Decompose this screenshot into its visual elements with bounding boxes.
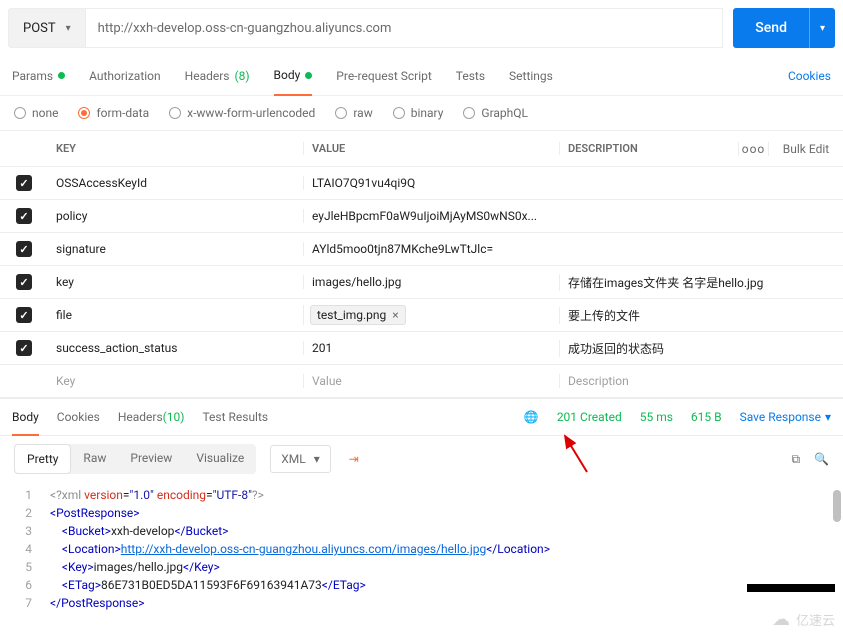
method-select[interactable]: POST ▾ [8, 8, 86, 48]
status-badge: 201 Created [557, 410, 622, 424]
bulk-edit[interactable]: Bulk Edit [768, 142, 843, 156]
chevron-down-icon: ▾ [314, 452, 320, 466]
checkbox[interactable] [16, 307, 32, 323]
response-view-bar: Pretty Raw Preview Visualize XML▾ ⇥ ⧉ 🔍 [0, 436, 843, 482]
search-icon[interactable]: 🔍 [814, 452, 829, 467]
col-value: VALUE [303, 142, 559, 155]
table-row[interactable]: signatureAYld5moo0tjn87MKche9LwTtJlc= [0, 233, 843, 266]
tab-tests[interactable]: Tests [456, 56, 485, 95]
table-row[interactable]: policyeyJleHBpcmF0aW9uIjoiMjAyMS0wNS0x..… [0, 200, 843, 233]
body-type-radios: none form-data x-www-form-urlencoded raw… [0, 96, 843, 130]
scrollbar[interactable] [833, 490, 841, 522]
table-row[interactable]: success_action_status201成功返回的状态码 [0, 332, 843, 365]
tab-authorization[interactable]: Authorization [89, 56, 161, 95]
cookies-link[interactable]: Cookies [788, 69, 831, 83]
view-pretty[interactable]: Pretty [14, 444, 71, 474]
radio-raw[interactable]: raw [335, 106, 372, 120]
tab-resp-body[interactable]: Body [12, 400, 39, 436]
radio-none[interactable]: none [14, 106, 58, 120]
request-tabs: Params Authorization Headers (8) Body Pr… [0, 56, 843, 96]
radio-xform[interactable]: x-www-form-urlencoded [169, 106, 315, 120]
url-bar: POST ▾ Send ▾ [0, 0, 843, 56]
cloud-icon: ☁ [772, 609, 790, 630]
radio-graphql[interactable]: GraphQL [463, 106, 528, 120]
tab-params[interactable]: Params [12, 56, 65, 95]
tab-resp-tests[interactable]: Test Results [202, 399, 268, 435]
tab-settings[interactable]: Settings [509, 56, 553, 95]
view-visualize[interactable]: Visualize [184, 444, 256, 474]
redaction-bar [747, 584, 835, 592]
checkbox[interactable] [16, 274, 32, 290]
copy-icon[interactable]: ⧉ [791, 452, 800, 467]
tab-prerequest[interactable]: Pre-request Script [336, 56, 431, 95]
radio-formdata[interactable]: form-data [78, 106, 149, 120]
col-key: KEY [48, 142, 303, 155]
view-raw[interactable]: Raw [71, 444, 118, 474]
dot-icon [58, 72, 65, 79]
save-response[interactable]: Save Response▾ [740, 410, 831, 424]
format-select[interactable]: XML▾ [270, 445, 331, 473]
table-row[interactable]: OSSAccessKeyIdLTAIO7Q91vu4qi9Q [0, 167, 843, 200]
dot-icon [305, 72, 312, 79]
checkbox[interactable] [16, 340, 32, 356]
form-data-table: KEY VALUE DESCRIPTION ooo Bulk Edit OSSA… [0, 130, 843, 398]
file-chip[interactable]: test_img.png× [310, 305, 406, 325]
globe-icon[interactable]: 🌐 [524, 410, 539, 424]
radio-binary[interactable]: binary [393, 106, 444, 120]
response-body: 1<?xml version="1.0" encoding="UTF-8"?> … [0, 482, 843, 612]
time-badge: 55 ms [640, 410, 673, 424]
more-icon[interactable]: ooo [738, 142, 768, 156]
table-row[interactable]: filetest_img.png×要上传的文件 [0, 299, 843, 332]
tab-headers[interactable]: Headers (8) [185, 56, 250, 95]
tab-body[interactable]: Body [274, 57, 313, 96]
response-tabs: Body Cookies Headers (10) Test Results 🌐… [0, 398, 843, 436]
view-preview[interactable]: Preview [118, 444, 184, 474]
col-desc: DESCRIPTION [559, 142, 738, 155]
watermark: ☁亿速云 [772, 609, 835, 630]
checkbox[interactable] [16, 241, 32, 257]
table-row-placeholder[interactable]: KeyValueDescription [0, 365, 843, 398]
method-label: POST [23, 21, 56, 36]
table-row[interactable]: keyimages/hello.jpg存储在images文件夹 名字是hello… [0, 266, 843, 299]
size-badge: 615 B [691, 410, 722, 424]
send-button[interactable]: Send ▾ [733, 8, 835, 48]
url-input[interactable] [86, 8, 724, 48]
chevron-down-icon: ▾ [825, 410, 831, 424]
wrap-icon[interactable]: ⇥ [341, 446, 367, 472]
checkbox[interactable] [16, 208, 32, 224]
chevron-down-icon: ▾ [66, 23, 71, 34]
tab-resp-cookies[interactable]: Cookies [57, 399, 100, 435]
checkbox[interactable] [16, 175, 32, 191]
tab-resp-headers[interactable]: Headers (10) [118, 399, 185, 435]
send-dropdown[interactable]: ▾ [809, 8, 835, 48]
close-icon[interactable]: × [392, 308, 398, 322]
